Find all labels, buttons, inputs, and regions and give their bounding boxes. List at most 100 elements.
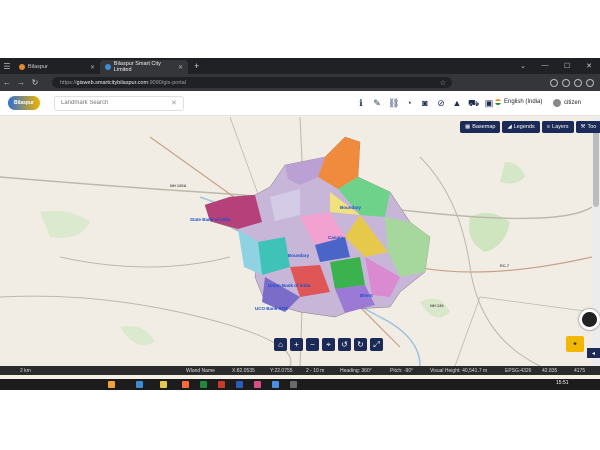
minus-icon: − [310, 340, 315, 349]
info-icon[interactable]: ℹ [356, 97, 366, 109]
browser-address-bar: ← → ↻ https://gisweb.smartcitybilaspur.c… [0, 74, 600, 91]
rotate-left-icon: ↺ [341, 340, 348, 349]
basemap-button[interactable]: ▦ Basemap [460, 121, 501, 133]
user-menu[interactable]: citizen [553, 99, 581, 107]
poi-label: UCO Bank ATM [255, 306, 288, 311]
lon-readout: 4175 [574, 367, 586, 374]
flag-icon [495, 99, 501, 105]
scrollbar-thumb[interactable] [593, 127, 599, 207]
rotate-right-button[interactable]: ↻ [354, 338, 367, 351]
tools-icon: ⚒ [580, 124, 586, 130]
close-icon[interactable]: ✕ [178, 64, 183, 71]
scale-label: 2 km [20, 367, 31, 374]
tools-label: Too [587, 124, 597, 130]
language-selector[interactable]: English (India) [495, 99, 542, 105]
shield-icon[interactable] [550, 78, 558, 87]
poi-label: Bhent [360, 293, 373, 298]
search-input[interactable] [61, 100, 171, 106]
browser-tab-active[interactable]: Bilaspur Smart City Limited ✕ [100, 60, 188, 74]
ward-polygon[interactable] [330, 257, 365, 289]
vehicle-icon[interactable]: ⛟ [468, 97, 479, 109]
layers-label: Layers [552, 124, 569, 130]
more-menu-icon[interactable] [586, 78, 594, 87]
zoom-in-button[interactable]: + [290, 338, 303, 351]
legends-icon: ◢ [507, 124, 512, 130]
tab-menu-icon[interactable]: ☰ [0, 58, 14, 74]
taskbar-app-icon[interactable] [236, 381, 243, 388]
url-prefix: https:// [60, 79, 77, 86]
taskbar-app-icon[interactable] [182, 381, 189, 388]
poi-label: State Bank of India [190, 217, 231, 222]
download-icon[interactable] [562, 78, 570, 87]
map-canvas[interactable]: NH 130A EC-7 NH 130 State Bank of India … [0, 117, 592, 366]
close-icon[interactable]: ✕ [90, 64, 95, 71]
plus-icon: + [294, 340, 299, 349]
new-tab-button[interactable]: + [188, 61, 205, 71]
chart-icon[interactable]: ▲ [452, 97, 462, 109]
app-header: Bilaspur ✕ ℹ ✎ ⛓ ◔ ◙ ⊘ ▲ ⛟ ▣ English (In… [0, 91, 600, 116]
road-label: EC-7 [500, 263, 510, 268]
taskbar-app-icon[interactable] [272, 381, 279, 388]
map-layer-buttons: ▦ Basemap ◢ Legends ≡ Layers ⚒ Too [460, 121, 600, 133]
close-window-icon[interactable]: ✕ [578, 62, 600, 70]
user-label: citizen [564, 100, 582, 106]
back-icon[interactable]: ← [0, 78, 14, 87]
road-label: NH 130A [170, 183, 187, 188]
url-field[interactable]: https://gisweb.smartcitybilaspur.com:909… [52, 77, 452, 88]
dashboard-icon[interactable]: ◔ [404, 97, 414, 109]
taskbar-app-icon[interactable] [254, 381, 261, 388]
map-controls: ⌂ + − ⌖ ↺ ↻ ⤢ [274, 338, 383, 351]
legends-label: Legends [513, 124, 535, 130]
taskbar-app-icon[interactable] [218, 381, 225, 388]
home-button[interactable]: ⌂ [274, 338, 287, 351]
world-name: Wland Name [186, 367, 215, 374]
maximize-icon[interactable]: ☐ [556, 62, 578, 70]
minimize-icon[interactable]: — [534, 62, 556, 70]
pen-icon[interactable]: ✎ [372, 97, 382, 109]
poi-label: Union Bank of India [268, 283, 311, 288]
lat-readout: 42.835 [542, 367, 558, 374]
clock: 15:51 [556, 380, 569, 386]
rotate-right-icon: ↻ [357, 340, 364, 349]
side-panel-button[interactable]: ◂ [587, 348, 600, 358]
rotate-left-button[interactable]: ↺ [338, 338, 351, 351]
browser-tab-bar: ☰ Bilaspur ✕ Bilaspur Smart City Limited… [0, 58, 600, 74]
x-coord: X:82.0535 [232, 367, 255, 374]
dropdown-icon[interactable]: ⌄ [512, 62, 534, 70]
taskbar-app-icon[interactable] [290, 381, 297, 388]
feedback-badge[interactable]: ★ [566, 336, 584, 352]
camera-icon[interactable]: ◙ [420, 97, 430, 109]
poi-label: Boundary [340, 205, 361, 210]
heading: Heading: 360° [340, 367, 372, 374]
zoom-out-button[interactable]: − [306, 338, 319, 351]
landmark-search[interactable]: ✕ [54, 95, 184, 111]
clear-icon[interactable]: ✕ [171, 99, 177, 107]
taskbar-app-icon[interactable] [136, 381, 143, 388]
reload-icon[interactable]: ↻ [28, 78, 42, 87]
logo[interactable]: Bilaspur [8, 96, 40, 110]
taskbar-app-icon[interactable] [160, 381, 167, 388]
tools-button[interactable]: ⚒ Too [575, 121, 600, 133]
browser-tab[interactable]: Bilaspur ✕ [14, 60, 100, 74]
bus-icon[interactable]: ▣ [484, 97, 494, 109]
locate-button[interactable]: ⌖ [322, 338, 335, 351]
poi-label: Canara [328, 235, 344, 240]
tab-favicon-icon [19, 64, 25, 70]
bookmark-star-icon[interactable]: ☆ [440, 79, 446, 87]
profile-icon[interactable] [574, 78, 582, 87]
link-icon[interactable]: ⛓ [388, 97, 399, 109]
taskbar-app-icon[interactable] [108, 381, 115, 388]
fullscreen-button[interactable]: ⤢ [370, 338, 383, 351]
user-icon [553, 99, 561, 107]
tab-label: Bilaspur [28, 64, 48, 70]
basemap-icon: ▦ [465, 124, 471, 130]
window-controls: ⌄ — ☐ ✕ [512, 62, 600, 70]
tab-favicon-icon [105, 64, 111, 70]
taskbar-app-icon[interactable] [200, 381, 207, 388]
legends-button[interactable]: ◢ Legends [502, 121, 540, 133]
compass-icon[interactable] [579, 309, 600, 330]
layers-button[interactable]: ≡ Layers [541, 121, 574, 133]
toolbar: ℹ ✎ ⛓ ◔ ◙ ⊘ ▲ ⛟ ▣ [356, 97, 494, 109]
hide-icon[interactable]: ⊘ [436, 97, 446, 109]
forward-icon[interactable]: → [14, 78, 28, 87]
